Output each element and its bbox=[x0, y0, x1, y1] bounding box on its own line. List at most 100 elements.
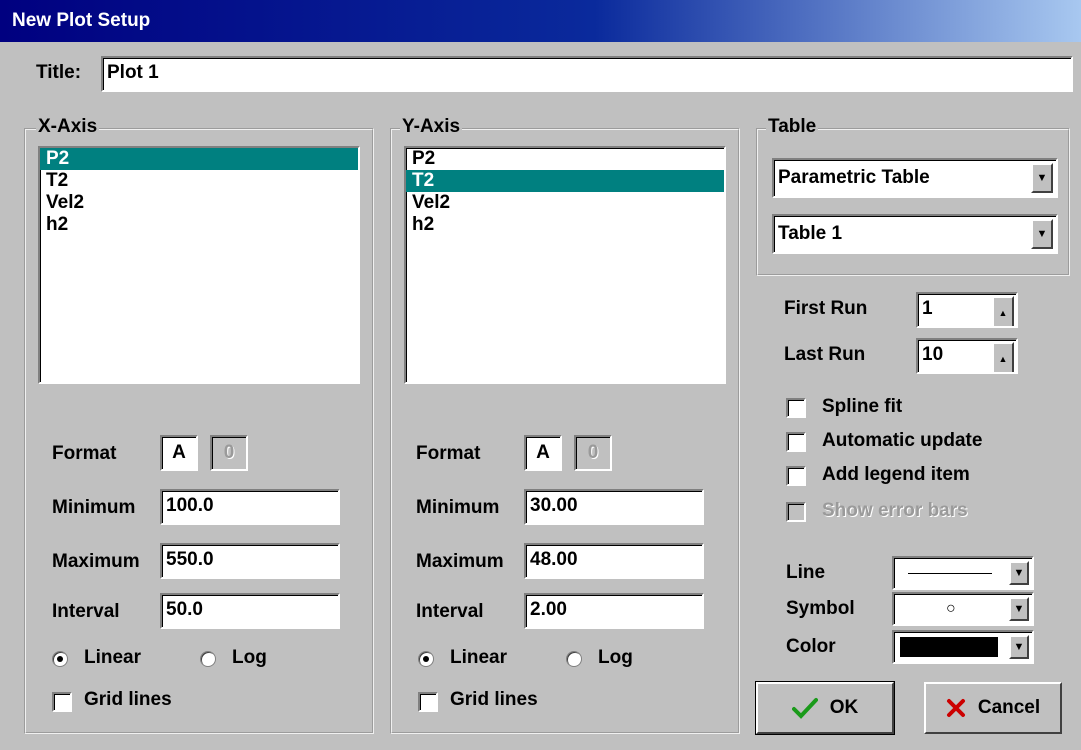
x-axis-variable-list[interactable]: P2 T2 Vel2 h2 bbox=[38, 146, 360, 384]
table-type-combo[interactable]: Parametric Table ▼ bbox=[772, 158, 1058, 198]
x-minimum-value: 100.0 bbox=[166, 495, 214, 516]
table-name-dropdown-button[interactable]: ▼ bbox=[1031, 219, 1053, 249]
x-minimum-input[interactable]: 100.0 bbox=[160, 489, 340, 525]
x-log-label[interactable]: Log bbox=[232, 647, 267, 669]
plot-title-value: Plot 1 bbox=[107, 62, 159, 83]
x-interval-input[interactable]: 50.0 bbox=[160, 593, 340, 629]
y-format-digits-box: 0 bbox=[574, 435, 612, 471]
y-grid-lines-label[interactable]: Grid lines bbox=[450, 689, 538, 711]
list-item[interactable]: Vel2 bbox=[406, 192, 724, 214]
y-maximum-label: Maximum bbox=[416, 551, 504, 572]
x-log-radio[interactable] bbox=[200, 651, 216, 667]
line-label: Line bbox=[786, 562, 826, 583]
last-run-value: 10 bbox=[922, 344, 944, 365]
list-item[interactable]: h2 bbox=[40, 214, 358, 236]
cancel-button[interactable]: Cancel bbox=[924, 682, 1062, 734]
automatic-update-label[interactable]: Automatic update bbox=[822, 430, 982, 452]
spline-fit-label[interactable]: Spline fit bbox=[822, 396, 902, 418]
y-interval-label: Interval bbox=[416, 601, 484, 622]
x-axis-list-items: P2 T2 Vel2 h2 bbox=[40, 148, 358, 236]
x-format-digits-box: 0 bbox=[210, 435, 248, 471]
line-style-dropdown-button[interactable]: ▼ bbox=[1009, 561, 1029, 585]
symbol-label: Symbol bbox=[786, 598, 855, 619]
y-grid-lines-checkbox[interactable] bbox=[418, 692, 438, 712]
y-axis-variable-list[interactable]: P2 T2 Vel2 h2 bbox=[404, 146, 726, 384]
chevron-down-icon: ▼ bbox=[1036, 172, 1048, 184]
y-maximum-input[interactable]: 48.00 bbox=[524, 543, 704, 579]
spline-fit-checkbox[interactable] bbox=[786, 398, 806, 418]
list-item[interactable]: T2 bbox=[40, 170, 358, 192]
table-name-combo[interactable]: Table 1 ▼ bbox=[772, 214, 1058, 254]
color-label: Color bbox=[786, 636, 836, 657]
x-format-type: A bbox=[172, 442, 186, 463]
first-run-value: 1 bbox=[922, 298, 933, 319]
table-type-value: Parametric Table bbox=[778, 167, 930, 188]
color-combo[interactable]: ▼ bbox=[892, 630, 1034, 664]
y-linear-radio[interactable] bbox=[418, 651, 434, 667]
x-grid-lines-checkbox[interactable] bbox=[52, 692, 72, 712]
color-dropdown-button[interactable]: ▼ bbox=[1009, 635, 1029, 659]
x-grid-lines-label[interactable]: Grid lines bbox=[84, 689, 172, 711]
list-item[interactable]: P2 bbox=[406, 148, 724, 170]
last-run-spin-buttons[interactable]: ▲ ▼ bbox=[992, 342, 1014, 372]
y-linear-label[interactable]: Linear bbox=[450, 647, 507, 669]
ok-button-label: OK bbox=[829, 697, 859, 718]
y-format-label: Format bbox=[416, 443, 481, 464]
y-axis-list-items: P2 T2 Vel2 h2 bbox=[406, 148, 724, 236]
window-title: New Plot Setup bbox=[12, 10, 151, 31]
x-format-digits: 0 bbox=[223, 442, 235, 463]
line-style-preview bbox=[908, 573, 992, 574]
add-legend-item-label[interactable]: Add legend item bbox=[822, 464, 970, 486]
plot-title-label: Title: bbox=[36, 62, 82, 83]
list-item[interactable]: T2 bbox=[406, 170, 724, 192]
line-style-combo[interactable]: ▼ bbox=[892, 556, 1034, 590]
add-legend-item-checkbox[interactable] bbox=[786, 466, 806, 486]
x-interval-value: 50.0 bbox=[166, 599, 203, 620]
y-minimum-input[interactable]: 30.00 bbox=[524, 489, 704, 525]
window-title-bar[interactable]: New Plot Setup bbox=[0, 0, 1081, 42]
x-maximum-input[interactable]: 550.0 bbox=[160, 543, 340, 579]
y-format-type-box[interactable]: A bbox=[524, 435, 562, 471]
first-run-spinner[interactable]: 1 ▲ ▼ bbox=[916, 292, 1018, 328]
x-linear-radio[interactable] bbox=[52, 651, 68, 667]
automatic-update-checkbox[interactable] bbox=[786, 432, 806, 452]
x-format-label: Format bbox=[52, 443, 117, 464]
show-error-bars-checkbox bbox=[786, 502, 806, 522]
ok-button[interactable]: OK bbox=[756, 682, 894, 734]
x-format-type-box[interactable]: A bbox=[160, 435, 198, 471]
y-interval-value: 2.00 bbox=[530, 599, 567, 620]
spin-up-icon[interactable]: ▲ bbox=[992, 296, 1014, 326]
chevron-down-icon: ▼ bbox=[1013, 641, 1025, 653]
first-run-label: First Run bbox=[784, 298, 868, 319]
y-format-type: A bbox=[536, 442, 550, 463]
circle-symbol-icon: ○ bbox=[946, 600, 956, 617]
y-minimum-value: 30.00 bbox=[530, 495, 578, 516]
spin-up-icon[interactable]: ▲ bbox=[992, 342, 1014, 372]
y-format-digits: 0 bbox=[587, 442, 599, 463]
checkmark-icon bbox=[791, 698, 818, 719]
last-run-spinner[interactable]: 10 ▲ ▼ bbox=[916, 338, 1018, 374]
x-maximum-label: Maximum bbox=[52, 551, 140, 572]
x-linear-radio-dot bbox=[57, 656, 63, 662]
list-item[interactable]: P2 bbox=[40, 148, 358, 170]
y-axis-legend: Y-Axis bbox=[400, 116, 463, 138]
list-item[interactable]: Vel2 bbox=[40, 192, 358, 214]
y-minimum-label: Minimum bbox=[416, 497, 500, 518]
chevron-down-icon: ▼ bbox=[1036, 228, 1048, 240]
show-error-bars-label: Show error bars bbox=[822, 500, 968, 521]
color-swatch bbox=[900, 637, 998, 657]
plot-title-input[interactable]: Plot 1 bbox=[101, 56, 1073, 92]
y-interval-input[interactable]: 2.00 bbox=[524, 593, 704, 629]
new-plot-setup-dialog: New Plot Setup Title: Plot 1 X-Axis P2 T2… bbox=[0, 0, 1081, 750]
first-run-spin-buttons[interactable]: ▲ ▼ bbox=[992, 296, 1014, 326]
y-log-radio[interactable] bbox=[566, 651, 582, 667]
list-item[interactable]: h2 bbox=[406, 214, 724, 236]
x-linear-label[interactable]: Linear bbox=[84, 647, 141, 669]
symbol-dropdown-button[interactable]: ▼ bbox=[1009, 597, 1029, 621]
symbol-combo[interactable]: ○ ▼ bbox=[892, 592, 1034, 626]
close-icon bbox=[946, 699, 965, 717]
table-type-dropdown-button[interactable]: ▼ bbox=[1031, 163, 1053, 193]
y-log-label[interactable]: Log bbox=[598, 647, 633, 669]
table-name-value: Table 1 bbox=[778, 223, 843, 244]
x-interval-label: Interval bbox=[52, 601, 120, 622]
